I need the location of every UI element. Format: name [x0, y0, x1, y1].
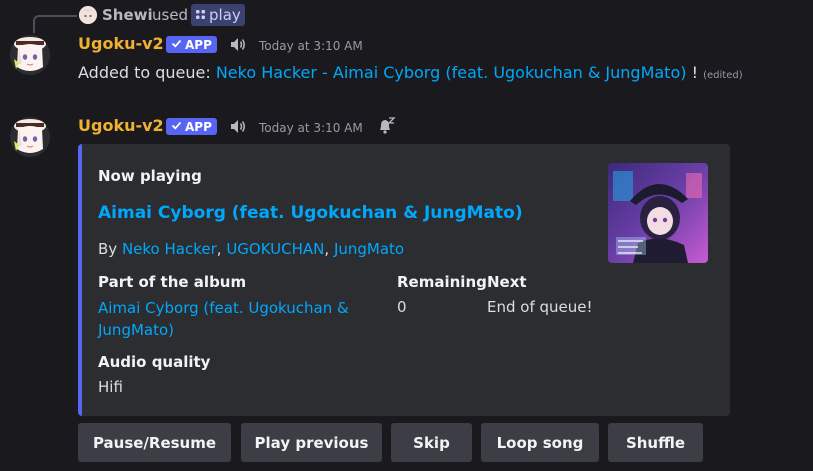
message-suffix: ! — [691, 63, 698, 82]
field-album-title: Part of the album — [98, 273, 247, 291]
message-timestamp[interactable]: Today at 3:10 AM — [259, 39, 363, 53]
message-prefix: Added to queue: — [78, 63, 211, 82]
reply-connector — [33, 15, 77, 33]
field-next-value: End of queue! — [487, 298, 593, 316]
bot-username[interactable]: Ugoku-v2 — [78, 116, 164, 135]
reply-user-avatar[interactable] — [79, 6, 97, 24]
app-badge-label: APP — [185, 37, 212, 52]
by-label: By — [98, 240, 118, 258]
skip-button[interactable]: Skip — [391, 423, 472, 462]
bot-avatar[interactable] — [10, 117, 50, 157]
bot-username[interactable]: Ugoku-v2 — [78, 34, 164, 53]
field-quality-value: Hifi — [98, 378, 123, 396]
edited-marker: (edited) — [703, 70, 743, 81]
field-remaining-value: 0 — [397, 298, 407, 316]
embed-artists-line: By Neko Hacker, UGOKUCHAN, JungMato — [98, 240, 404, 258]
app-badge: APP — [166, 118, 217, 135]
track-link[interactable]: Neko Hacker - Aimai Cyborg (feat. Ugokuc… — [216, 63, 687, 82]
artist-link[interactable]: UGOKUCHAN — [226, 240, 324, 258]
album-link-line[interactable]: Aimai Cyborg (feat. Ugokuchan & — [98, 297, 349, 319]
album-link-line[interactable]: JungMato) — [98, 319, 349, 341]
field-next-title: Next — [487, 273, 527, 291]
play-previous-button[interactable]: Play previous — [241, 423, 382, 462]
pause-resume-button[interactable]: Pause/Resume — [78, 423, 231, 462]
artist-separator: , — [324, 240, 330, 258]
speaker-icon — [229, 118, 247, 139]
field-album-value[interactable]: Aimai Cyborg (feat. Ugokuchan & JungMato… — [98, 297, 349, 341]
reply-used-text: used — [152, 6, 189, 24]
message-timestamp[interactable]: Today at 3:10 AM — [259, 121, 363, 135]
artist-link[interactable]: Neko Hacker — [122, 240, 217, 258]
slash-command-icon — [195, 6, 206, 24]
embed-heading: Now playing — [98, 167, 202, 185]
verified-check-icon — [171, 120, 182, 134]
message-content: Added to queue: Neko Hacker - Aimai Cybo… — [78, 63, 743, 82]
reply-username[interactable]: Shewi — [102, 6, 153, 24]
field-remaining-title: Remaining — [397, 273, 487, 291]
verified-check-icon — [171, 38, 182, 52]
album-art-thumbnail[interactable] — [608, 163, 708, 263]
app-badge: APP — [166, 36, 217, 53]
artist-link[interactable]: JungMato — [334, 240, 404, 258]
artist-separator: , — [216, 240, 222, 258]
silent-bell-icon — [376, 116, 396, 140]
embed-track-title[interactable]: Aimai Cyborg (feat. Ugokuchan & JungMato… — [98, 203, 523, 223]
command-name: play — [209, 6, 241, 24]
shuffle-button[interactable]: Shuffle — [608, 423, 703, 462]
app-badge-label: APP — [185, 119, 212, 134]
bot-avatar[interactable] — [10, 35, 50, 75]
loop-song-button[interactable]: Loop song — [481, 423, 599, 462]
field-quality-title: Audio quality — [98, 353, 211, 371]
command-mention[interactable]: play — [191, 4, 245, 26]
speaker-icon — [229, 36, 247, 57]
